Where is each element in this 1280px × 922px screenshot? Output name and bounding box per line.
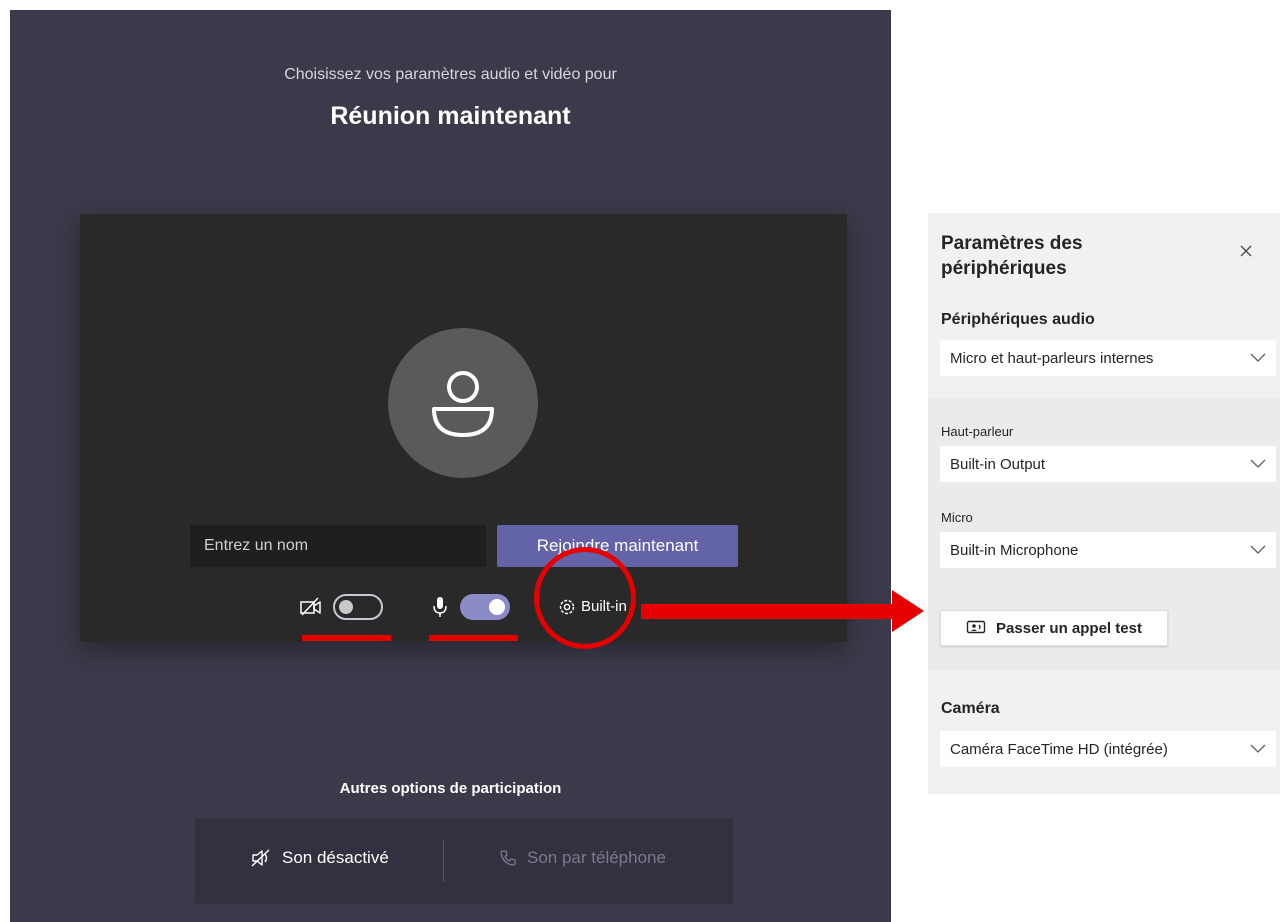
meeting-title: Réunion maintenant [330, 102, 571, 130]
panel-title: Paramètres des périphériques [941, 233, 1083, 279]
mic-toggle-knob [489, 599, 505, 615]
video-toggle-underline [302, 635, 391, 641]
audio-devices-select[interactable]: Micro et haut-parleurs internes [940, 340, 1276, 376]
audio-off-option[interactable]: Son désactivé [250, 848, 389, 868]
microphone-icon [433, 597, 447, 617]
camera-value: Caméra FaceTime HD (intégrée) [950, 740, 1168, 758]
phone-audio-option[interactable]: Son par téléphone [499, 848, 666, 868]
camera-off-icon [300, 597, 321, 616]
person-icon [432, 371, 494, 437]
speaker-off-icon [251, 849, 270, 867]
mic-toggle-underline [429, 635, 518, 641]
video-toggle-knob [339, 600, 353, 614]
test-call-icon [966, 620, 986, 634]
speaker-label: Haut-parleur [941, 424, 1014, 439]
options-divider [443, 840, 444, 882]
name-input[interactable] [190, 525, 486, 567]
prejoin-screen: Choisissez vos paramètres audio et vidéo… [10, 10, 891, 922]
annotation-arrow-head [892, 590, 924, 632]
mic-toggle[interactable] [460, 594, 510, 620]
mic-label: Micro [941, 510, 973, 525]
test-call-label: Passer un appel test [996, 619, 1142, 637]
device-settings-highlight-ring [534, 547, 636, 649]
speaker-select[interactable]: Built-in Output [940, 446, 1276, 482]
device-settings-panel: Paramètres des périphériques Périphériqu… [928, 213, 1280, 794]
audio-devices-label: Périphériques audio [941, 311, 1095, 328]
other-options-title: Autres options de participation [339, 780, 562, 797]
close-icon[interactable] [1239, 244, 1253, 258]
phone-audio-label: Son par téléphone [527, 848, 666, 867]
video-preview: Rejoindre maintenant Built-in [80, 214, 847, 642]
chevron-down-icon [1250, 744, 1266, 753]
speaker-value: Built-in Output [950, 455, 1046, 473]
prejoin-subtitle: Choisissez vos paramètres audio et vidéo… [284, 66, 617, 83]
chevron-down-icon [1250, 459, 1266, 468]
avatar [388, 328, 538, 478]
phone-icon [500, 850, 516, 866]
annotation-arrow-shaft [641, 604, 899, 619]
chevron-down-icon [1250, 545, 1266, 554]
other-options-box: Son désactivé Son par téléphone [195, 818, 733, 904]
audio-devices-value: Micro et haut-parleurs internes [950, 349, 1154, 367]
test-call-button[interactable]: Passer un appel test [940, 610, 1168, 646]
mic-value: Built-in Microphone [950, 541, 1079, 559]
mic-select[interactable]: Built-in Microphone [940, 532, 1276, 568]
chevron-down-icon [1250, 353, 1266, 362]
camera-label: Caméra [941, 700, 1000, 717]
video-toggle[interactable] [333, 594, 383, 620]
audio-off-label: Son désactivé [282, 848, 389, 867]
camera-select[interactable]: Caméra FaceTime HD (intégrée) [940, 731, 1276, 767]
